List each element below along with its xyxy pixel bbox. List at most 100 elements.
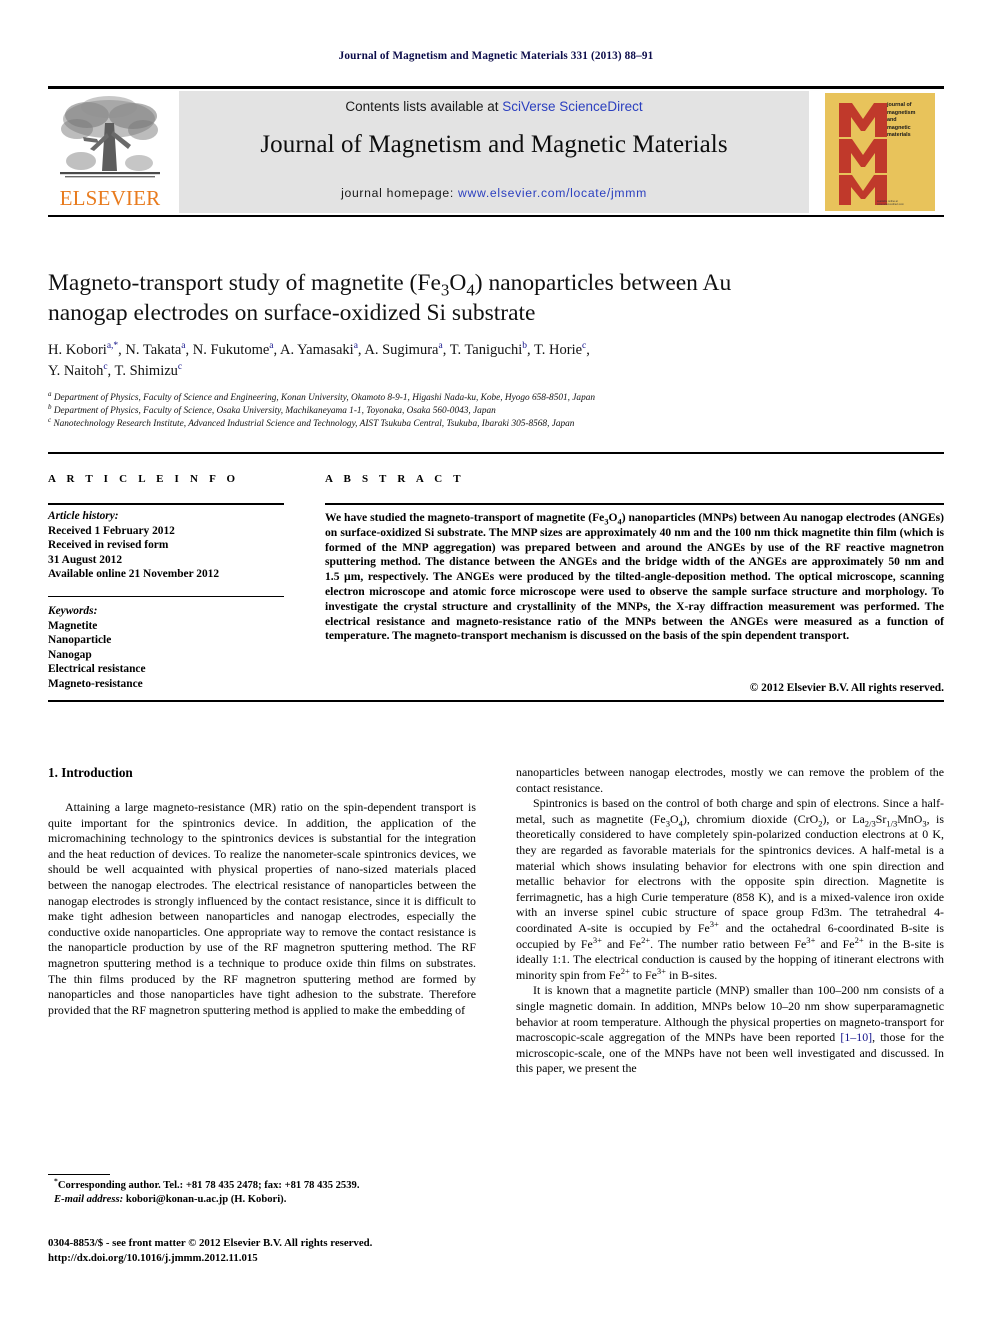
sciencedirect-link[interactable]: SciVerse ScienceDirect: [502, 99, 642, 114]
affiliation-list: a Department of Physics, Faculty of Scie…: [48, 389, 928, 432]
email-note: E-mail address: kobori@konan-u.ac.jp (H.…: [48, 1193, 476, 1207]
affiliation-item: b Department of Physics, Faculty of Scie…: [48, 403, 928, 418]
abstract-rule: [325, 503, 944, 505]
author: N. Takata: [125, 342, 182, 358]
masthead-bottom-rule: [48, 215, 944, 217]
author: A. Yamasaki: [279, 342, 354, 358]
author-mark: c: [103, 362, 108, 373]
elsevier-logo: ELSEVIER: [51, 91, 169, 213]
article-history-line: 31 August 2012: [48, 553, 123, 566]
article-history: Article history: Received 1 February 201…: [48, 509, 288, 582]
elsevier-wordmark: ELSEVIER: [59, 186, 161, 210]
masthead-top-rule: [48, 86, 944, 89]
intro-column-left: Attaining a large magneto-resistance (MR…: [48, 800, 476, 1018]
paragraph: Attaining a large magneto-resistance (MR…: [48, 800, 476, 1017]
keyword-item: Nanogap: [48, 648, 92, 661]
abstract-copyright: © 2012 Elsevier B.V. All rights reserved…: [749, 682, 944, 694]
author: Y. Naitoh: [48, 363, 104, 379]
cover-caption-line: magnetism: [887, 109, 916, 116]
journal-cover-thumbnail: journal of magnetism and magnetic materi…: [819, 91, 941, 213]
journal-cover-art: journal of magnetism and magnetic materi…: [825, 93, 935, 211]
article-history-rule: [48, 596, 284, 598]
abstract-heading: A B S T R A C T: [325, 473, 465, 485]
author-mark: b: [522, 341, 527, 352]
article-history-line: Received in revised form: [48, 539, 169, 552]
title-sub: 4: [466, 280, 475, 300]
title-part: nanogap electrodes on surface-oxidized S…: [48, 300, 536, 326]
doi-line[interactable]: http://dx.doi.org/10.1016/j.jmmm.2012.11…: [48, 1251, 488, 1266]
affiliation-text: Nanotechnology Research Institute, Advan…: [53, 419, 575, 430]
cover-caption-line: journal of: [887, 102, 912, 108]
keyword-item: Magnetite: [48, 619, 98, 632]
author: N. Fukutome: [192, 342, 270, 358]
reference-citation-link[interactable]: [1–10]: [840, 1030, 872, 1044]
keyword-item: Magneto-resistance: [48, 677, 143, 690]
cover-caption-line: and: [887, 117, 897, 124]
author-mark: a: [181, 341, 186, 352]
affiliation-mark: c: [48, 416, 52, 425]
author: T. Taniguchi: [449, 342, 523, 358]
title-part: ) nanoparticles between Au: [474, 270, 732, 296]
author: T. Horie: [533, 342, 583, 358]
keyword-list: Keywords: Magnetite Nanoparticle Nanogap…: [48, 604, 288, 692]
corresponding-author-note: *Corresponding author. Tel.: +81 78 435 …: [48, 1177, 476, 1193]
affiliation-mark: a: [48, 389, 52, 398]
elsevier-tree-icon: [60, 96, 160, 178]
journal-homepage-line: journal homepage: www.elsevier.com/locat…: [179, 186, 809, 200]
affiliation-text: Department of Physics, Faculty of Scienc…: [53, 406, 496, 417]
corresponding-author-text: Corresponding author. Tel.: +81 78 435 2…: [57, 1180, 360, 1191]
journal-title: Journal of Magnetism and Magnetic Materi…: [260, 131, 728, 158]
paragraph: Spintronics is based on the control of b…: [516, 796, 944, 982]
cover-footer: available online at www.sciencedirect.co…: [877, 200, 931, 207]
cover-caption-line: materials: [887, 132, 911, 139]
email-address[interactable]: kobori@konan-u.ac.jp (H. Kobori).: [126, 1194, 287, 1205]
author-mark: a: [269, 341, 274, 352]
cover-footer-line: www.sciencedirect.com: [877, 203, 904, 207]
affiliation-item: c Nanotechnology Research Institute, Adv…: [48, 416, 928, 431]
author-list: H. Koboria,*, N. Takataa, N. Fukutomea, …: [48, 341, 590, 379]
cover-caption: journal of magnetism and magnetic materi…: [887, 102, 931, 140]
abstract-text: We have studied the magneto-transport of…: [325, 511, 944, 643]
paper-page: Journal of Magnetism and Magnetic Materi…: [0, 0, 992, 1323]
section-heading-introduction: 1. Introduction: [48, 765, 133, 780]
issn-line: 0304-8853/$ - see front matter © 2012 El…: [48, 1237, 373, 1249]
keyword-item: Nanoparticle: [48, 634, 112, 647]
affiliation-item: a Department of Physics, Faculty of Scie…: [48, 389, 928, 405]
author-mark: a: [353, 341, 358, 352]
email-label: E-mail address:: [54, 1194, 124, 1205]
imprint-block: 0304-8853/$ - see front matter © 2012 El…: [48, 1236, 488, 1265]
author: A. Sugimura: [364, 342, 439, 358]
title-part: Magneto-transport study of magnetite (Fe: [48, 270, 441, 296]
page-title: Magneto-transport study of magnetite (Fe…: [48, 268, 928, 328]
intro-column-right: nanoparticles between nanogap electrodes…: [516, 765, 944, 1077]
title-part: O: [449, 270, 467, 296]
journal-banner: Contents lists available at SciVerse Sci…: [179, 91, 809, 213]
homepage-url-link[interactable]: www.elsevier.com/locate/jmmm: [458, 186, 647, 200]
article-history-line: Available online 21 November 2012: [48, 568, 220, 581]
homepage-label: journal homepage:: [341, 186, 459, 200]
article-history-line: Received 1 February 2012: [48, 524, 175, 537]
footnote-block: *Corresponding author. Tel.: +81 78 435 …: [48, 1177, 476, 1207]
article-info-rule: [48, 503, 284, 505]
info-block-bottom-rule: [48, 700, 944, 703]
affiliation-text: Department of Physics, Faculty of Scienc…: [53, 393, 596, 403]
author-mark: c: [582, 341, 587, 352]
article-history-label: Article history:: [48, 510, 119, 522]
contents-prefix: Contents lists available at: [345, 99, 503, 114]
keywords-label: Keywords:: [48, 605, 98, 617]
journal-masthead: ELSEVIER Contents lists available at Sci…: [48, 86, 944, 218]
contents-lists-line: Contents lists available at SciVerse Sci…: [179, 99, 809, 114]
paragraph: It is known that a magnetite particle (M…: [516, 983, 944, 1077]
paragraph: nanoparticles between nanogap electrodes…: [516, 765, 944, 795]
running-head: Journal of Magnetism and Magnetic Materi…: [338, 50, 654, 62]
author-mark: a: [438, 341, 443, 352]
info-block-top-rule: [48, 452, 944, 455]
author: H. Kobori: [48, 342, 107, 358]
author: T. Shimizu: [114, 363, 178, 379]
author-mark: a,*: [106, 341, 119, 352]
keyword-item: Electrical resistance: [48, 663, 146, 676]
article-info-heading: A R T I C L E I N F O: [48, 473, 240, 485]
cover-caption-line: magnetic: [887, 124, 911, 131]
affiliation-mark: b: [48, 403, 52, 412]
author-mark: c: [177, 362, 183, 373]
